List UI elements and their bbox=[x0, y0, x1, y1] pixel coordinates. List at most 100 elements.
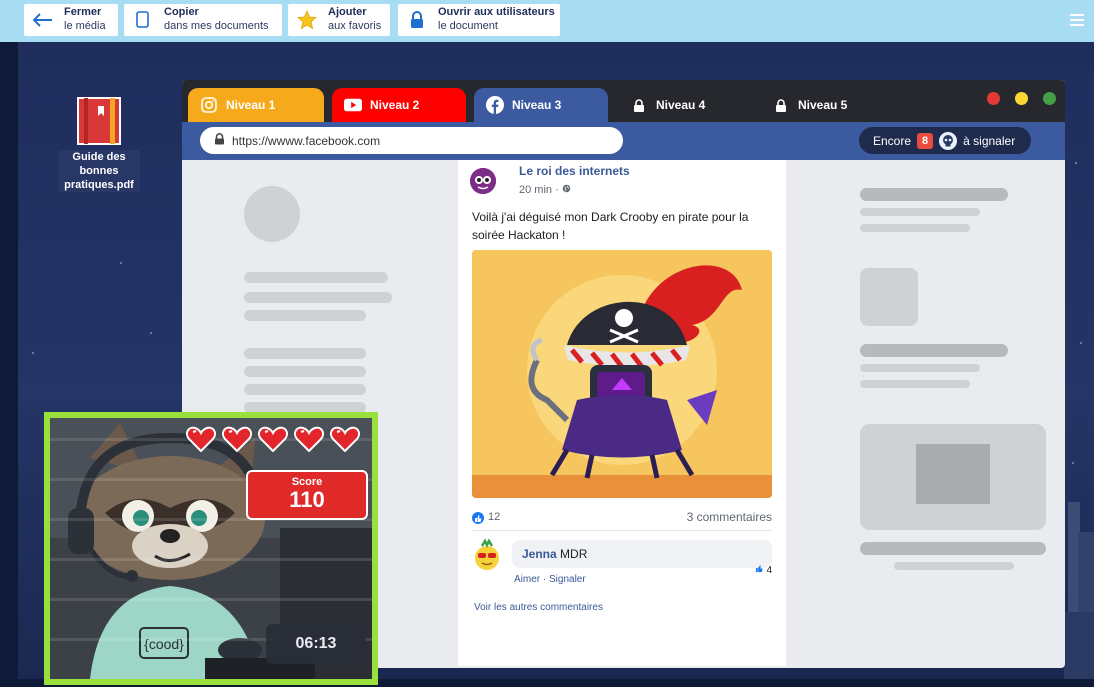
likes-count[interactable]: 12 bbox=[488, 511, 500, 523]
placeholder-line bbox=[860, 364, 980, 372]
post-time-text: 20 min · bbox=[519, 184, 562, 196]
star-decoration bbox=[1080, 342, 1082, 344]
star-decoration bbox=[1075, 162, 1077, 164]
add-favorite-button[interactable]: Ajouter aux favoris bbox=[288, 4, 390, 36]
placeholder-line bbox=[860, 208, 980, 216]
favorite-title: Ajouter bbox=[328, 6, 367, 18]
comments-count[interactable]: 3 commentaires bbox=[687, 510, 772, 524]
lock-icon bbox=[772, 96, 790, 114]
favorite-subtitle: aux favoris bbox=[328, 20, 382, 32]
desktop-edge bbox=[0, 42, 18, 687]
placeholder-line bbox=[244, 272, 388, 283]
address-bar: https://wwww.facebook.com Encore 8 à sig… bbox=[182, 122, 1065, 160]
facebook-icon bbox=[486, 96, 504, 114]
instagram-icon bbox=[200, 96, 218, 114]
url-field[interactable]: https://wwww.facebook.com bbox=[200, 127, 623, 154]
close-title: Fermer bbox=[64, 6, 102, 18]
globe-icon bbox=[562, 184, 571, 196]
placeholder-line bbox=[894, 562, 1014, 570]
placeholder-thumbnail bbox=[916, 444, 990, 504]
tab-level-1[interactable]: Niveau 1 bbox=[188, 88, 324, 122]
commenter-avatar[interactable] bbox=[470, 538, 504, 572]
facebook-post: Le roi des internets 20 min · Voilà j'ai… bbox=[458, 160, 786, 666]
open-subtitle: le document bbox=[438, 20, 498, 32]
lock-icon bbox=[214, 133, 225, 148]
comment-text: MDR bbox=[560, 547, 588, 561]
lock-icon bbox=[630, 96, 648, 114]
comment-bubble: Jenna MDR bbox=[512, 540, 772, 568]
placeholder-line bbox=[244, 348, 366, 359]
pdf-label-line: pratiques.pdf bbox=[64, 179, 134, 191]
timer: 06:13 bbox=[266, 624, 366, 664]
tab-bar: Niveau 1 Niveau 2 Niveau 3 Niveau 4 Nive… bbox=[182, 80, 1065, 122]
tab-label: Niveau 3 bbox=[512, 98, 562, 112]
copy-to-documents-button[interactable]: Copier dans mes documents bbox=[124, 4, 282, 36]
post-author[interactable]: Le roi des internets bbox=[519, 164, 630, 178]
report-count-badge: 8 bbox=[917, 132, 934, 149]
minimize-window-button[interactable] bbox=[1015, 92, 1028, 105]
tab-level-3[interactable]: Niveau 3 bbox=[474, 88, 608, 122]
heart-icon bbox=[257, 426, 289, 453]
comment-likes-count: 4 bbox=[766, 565, 772, 576]
post-text: Voilà j'ai déguisé mon Dark Crooby en pi… bbox=[472, 210, 749, 242]
url-text: https://wwww.facebook.com bbox=[232, 133, 381, 148]
placeholder-line bbox=[244, 384, 366, 395]
copy-title: Copier bbox=[164, 6, 199, 18]
heart-icon bbox=[221, 426, 253, 453]
placeholder-line bbox=[244, 310, 366, 321]
tab-level-2[interactable]: Niveau 2 bbox=[332, 88, 466, 122]
post-image-pirate-robot[interactable] bbox=[472, 250, 772, 498]
star-decoration bbox=[120, 262, 122, 264]
copy-subtitle: dans mes documents bbox=[164, 20, 269, 32]
like-icon bbox=[472, 512, 484, 524]
reactions-row: 12 3 commentaires bbox=[472, 510, 772, 528]
comment-actions[interactable]: Aimer · Signaler bbox=[514, 574, 586, 585]
close-window-button[interactable] bbox=[987, 92, 1000, 105]
star-decoration bbox=[32, 352, 34, 354]
lock-icon bbox=[406, 9, 428, 31]
copy-icon bbox=[132, 9, 154, 31]
city-silhouette bbox=[1064, 502, 1094, 687]
maximize-window-button[interactable] bbox=[1043, 92, 1056, 105]
youtube-icon bbox=[344, 96, 362, 114]
star-decoration bbox=[150, 332, 152, 334]
placeholder-line bbox=[860, 344, 1008, 357]
heart-icon bbox=[293, 426, 325, 453]
tab-label: Niveau 1 bbox=[226, 98, 276, 112]
pdf-label-line: Guide des bbox=[72, 151, 126, 163]
commenter-name[interactable]: Jenna bbox=[522, 547, 557, 561]
close-media-button[interactable]: Fermer le média bbox=[24, 4, 118, 36]
placeholder-line bbox=[860, 380, 970, 388]
tab-level-4[interactable]: Niveau 4 bbox=[618, 88, 752, 122]
placeholder-line bbox=[860, 188, 1008, 201]
author-avatar[interactable] bbox=[470, 168, 496, 194]
report-prefix: Encore bbox=[873, 133, 912, 148]
close-subtitle: le média bbox=[64, 20, 106, 32]
skull-icon bbox=[939, 131, 958, 150]
placeholder-avatar bbox=[244, 186, 300, 242]
top-toolbar: Fermer le média Copier dans mes document… bbox=[0, 0, 1094, 42]
open-to-users-button[interactable]: Ouvrir aux utilisateurs le document bbox=[398, 4, 560, 36]
report-suffix: à signaler bbox=[963, 133, 1016, 148]
heart-icon bbox=[329, 426, 361, 453]
pdf-label-line: bonnes bbox=[79, 165, 119, 177]
tab-level-5[interactable]: Niveau 5 bbox=[760, 88, 894, 122]
pdf-file-icon[interactable]: Guide des bonnes pratiques.pdf bbox=[58, 96, 140, 192]
divider bbox=[472, 530, 772, 531]
tab-label: Niveau 2 bbox=[370, 98, 420, 112]
placeholder-line bbox=[244, 292, 392, 303]
more-comments-link[interactable]: Voir les autres commentaires bbox=[474, 602, 603, 613]
score-value: 110 bbox=[289, 487, 325, 512]
pdf-file-label: Guide des bonnes pratiques.pdf bbox=[58, 150, 140, 192]
placeholder-line bbox=[860, 224, 970, 232]
hamburger-menu-icon[interactable] bbox=[1070, 14, 1084, 26]
open-title: Ouvrir aux utilisateurs bbox=[438, 6, 555, 18]
webcam-overlay: {cood} Score 110 06:13 bbox=[44, 412, 378, 685]
post-time: 20 min · bbox=[519, 184, 571, 196]
arrow-left-icon bbox=[32, 9, 54, 31]
tab-label: Niveau 4 bbox=[656, 98, 706, 112]
star-icon bbox=[296, 9, 318, 31]
report-counter: Encore 8 à signaler bbox=[859, 127, 1031, 154]
tab-label: Niveau 5 bbox=[798, 98, 848, 112]
thumbs-up-icon bbox=[755, 565, 767, 576]
